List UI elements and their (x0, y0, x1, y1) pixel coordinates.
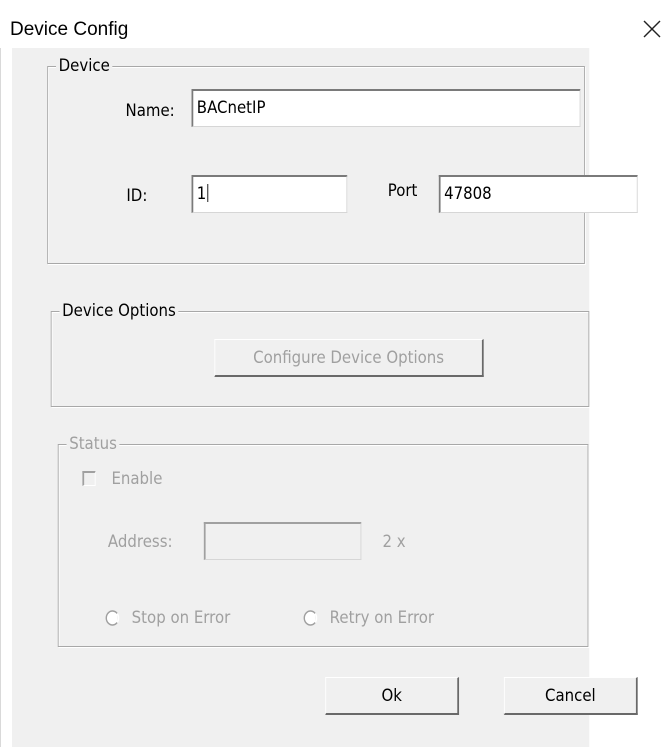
ok-button-label: Ok (381, 686, 402, 706)
name-label: Name: (125, 101, 175, 121)
configure-device-options-label: Configure Device Options (253, 348, 445, 368)
address-suffix: 2 x (382, 532, 406, 552)
port-label: Port (387, 181, 418, 201)
address-label: Address: (107, 532, 173, 552)
id-field-value: 1 (196, 184, 207, 204)
device-options-legend: Device Options (59, 300, 179, 322)
device-group-legend: Device (56, 55, 113, 77)
ok-button[interactable]: Ok (325, 677, 460, 715)
id-label: ID: (126, 186, 148, 206)
enable-checkbox[interactable] (82, 471, 96, 486)
id-field[interactable]: 1 (191, 175, 348, 213)
enable-label: Enable (111, 469, 163, 489)
name-field-value: BACnetIP (196, 98, 266, 118)
port-field[interactable]: 47808 (438, 175, 638, 213)
retry-on-error-radio[interactable] (303, 610, 318, 626)
dialog-client: Device Name: BACnetIP ID: 1 Port 47808 D… (12, 48, 638, 747)
port-field-value: 47808 (444, 184, 492, 204)
status-legend: Status (66, 433, 120, 455)
name-field[interactable]: BACnetIP (191, 89, 581, 127)
stop-on-error-radio[interactable] (105, 610, 120, 626)
address-field[interactable] (203, 522, 362, 560)
retry-on-error-label: Retry on Error (329, 608, 435, 628)
cancel-button[interactable]: Cancel (503, 677, 638, 715)
text-caret (207, 184, 209, 202)
stop-on-error-label: Stop on Error (131, 608, 231, 628)
cancel-button-label: Cancel (545, 686, 596, 706)
configure-device-options-button[interactable]: Configure Device Options (214, 339, 484, 377)
